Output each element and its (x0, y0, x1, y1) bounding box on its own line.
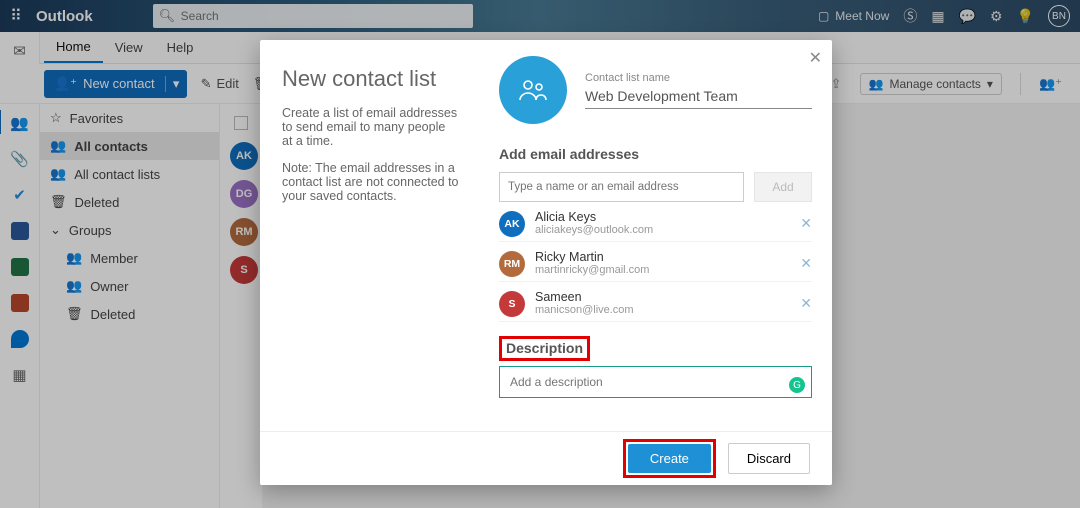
member-name: Alicia Keys (535, 210, 790, 224)
member-email: aliciakeys@outlook.com (535, 224, 790, 237)
contact-list-avatar (499, 56, 567, 124)
name-field-label: Contact list name (585, 72, 812, 84)
member-row: AK Alicia Keysaliciakeys@outlook.com ✕ (499, 202, 812, 242)
member-avatar: RM (499, 251, 525, 277)
modal-intro-2: Note: The email addresses in a contact l… (282, 161, 459, 203)
member-email: manicson@live.com (535, 304, 790, 317)
description-input[interactable] (508, 374, 803, 390)
member-row: S Sameenmanicson@live.com ✕ (499, 282, 812, 322)
member-avatar: AK (499, 211, 525, 237)
member-email: martinricky@gmail.com (535, 264, 790, 277)
member-name: Ricky Martin (535, 250, 790, 264)
contact-list-name-input[interactable] (585, 84, 812, 109)
member-name: Sameen (535, 290, 790, 304)
grammarly-icon[interactable]: G (789, 377, 805, 393)
add-email-button[interactable]: Add (754, 172, 812, 202)
modal-intro-1: Create a list of email addresses to send… (282, 106, 459, 148)
new-contact-list-modal: ✕ New contact list Create a list of emai… (260, 40, 832, 485)
description-heading: Description (506, 340, 583, 356)
remove-member-button[interactable]: ✕ (800, 255, 812, 272)
create-button[interactable]: Create (628, 444, 711, 473)
discard-button[interactable]: Discard (728, 443, 810, 474)
remove-member-button[interactable]: ✕ (800, 295, 812, 312)
modal-title: New contact list (282, 66, 459, 92)
email-address-input[interactable] (499, 172, 744, 202)
people-group-icon (518, 78, 548, 102)
member-row: RM Ricky Martinmartinricky@gmail.com ✕ (499, 242, 812, 282)
member-avatar: S (499, 291, 525, 317)
remove-member-button[interactable]: ✕ (800, 215, 812, 232)
add-emails-heading: Add email addresses (499, 146, 812, 162)
